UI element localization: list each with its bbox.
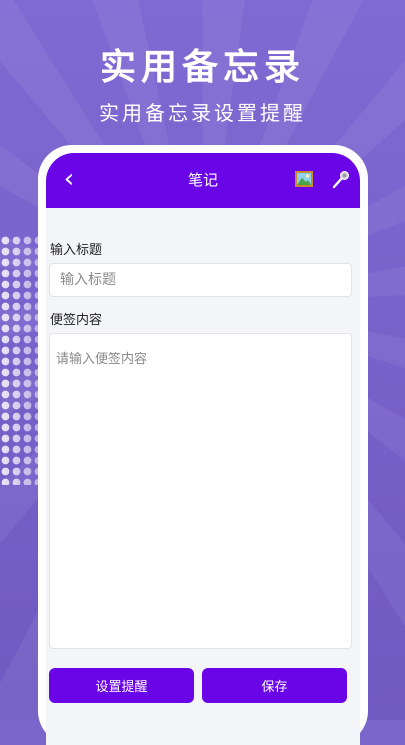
save-button[interactable]: 保存: [202, 668, 347, 703]
image-icon[interactable]: [295, 171, 313, 187]
title-input[interactable]: [49, 263, 352, 297]
app-screen: ‹ 笔记 输入标题 便签内容 设置提醒 保存: [46, 153, 360, 745]
title-label: 输入标题: [50, 243, 103, 258]
microphone-icon[interactable]: [331, 169, 351, 189]
top-nav-bar: ‹ 笔记: [46, 153, 360, 208]
promo-subtitle: 实用备忘录设置提醒: [99, 101, 306, 125]
promo-title: 实用备忘录: [99, 47, 305, 88]
phone-frame: ‹ 笔记 输入标题 便签内容 设置提醒 保存: [38, 145, 368, 745]
content-textarea[interactable]: [49, 333, 352, 649]
content-label: 便签内容: [50, 313, 103, 328]
set-reminder-button[interactable]: 设置提醒: [49, 668, 194, 703]
